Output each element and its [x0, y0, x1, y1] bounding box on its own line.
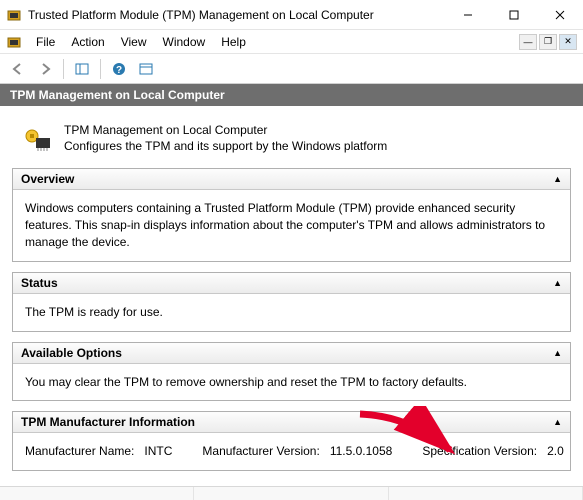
- manufacturer-name-label: Manufacturer Name:: [25, 444, 134, 458]
- options-panel-body: You may clear the TPM to remove ownershi…: [13, 364, 570, 401]
- mdi-minimize-button[interactable]: —: [519, 34, 537, 50]
- show-hide-tree-button[interactable]: [70, 57, 94, 81]
- options-panel-title: Available Options: [21, 346, 553, 360]
- menu-bar: File Action View Window Help — ❐ ✕: [0, 30, 583, 54]
- content-area: TPM Management on Local Computer Configu…: [0, 106, 583, 491]
- manufacturer-panel-header[interactable]: TPM Manufacturer Information ▲: [13, 412, 570, 433]
- toolbar: ?: [0, 54, 583, 84]
- menu-window[interactable]: Window: [155, 33, 214, 51]
- forward-button[interactable]: [33, 57, 57, 81]
- tpm-chip-icon: [22, 122, 54, 154]
- manufacturer-panel-title: TPM Manufacturer Information: [21, 415, 553, 429]
- menu-view[interactable]: View: [113, 33, 155, 51]
- menu-action[interactable]: Action: [63, 33, 112, 51]
- specification-version-value: 2.0: [547, 444, 564, 458]
- content-header-title: TPM Management on Local Computer: [10, 88, 225, 102]
- status-panel-header[interactable]: Status ▲: [13, 273, 570, 294]
- menu-file[interactable]: File: [28, 33, 63, 51]
- specification-version-label: Specification Version:: [422, 444, 537, 458]
- menu-help[interactable]: Help: [213, 33, 254, 51]
- manufacturer-version-label: Manufacturer Version:: [202, 444, 319, 458]
- collapse-icon: ▲: [553, 278, 562, 288]
- overview-panel-header[interactable]: Overview ▲: [13, 169, 570, 190]
- intro-title: TPM Management on Local Computer: [64, 122, 387, 138]
- options-panel: Available Options ▲ You may clear the TP…: [12, 342, 571, 402]
- collapse-icon: ▲: [553, 174, 562, 184]
- svg-text:?: ?: [116, 65, 122, 76]
- mdi-close-button[interactable]: ✕: [559, 34, 577, 50]
- app-icon: [6, 7, 22, 23]
- intro-subtitle: Configures the TPM and its support by th…: [64, 138, 387, 154]
- intro-block: TPM Management on Local Computer Configu…: [12, 116, 571, 168]
- help-button[interactable]: ?: [107, 57, 131, 81]
- content-header: TPM Management on Local Computer: [0, 84, 583, 106]
- overview-panel: Overview ▲ Windows computers containing …: [12, 168, 571, 261]
- collapse-icon: ▲: [553, 417, 562, 427]
- manufacturer-version-value: 11.5.0.1058: [330, 444, 393, 458]
- maximize-button[interactable]: [491, 0, 537, 30]
- status-panel-title: Status: [21, 276, 553, 290]
- minimize-button[interactable]: [445, 0, 491, 30]
- properties-button[interactable]: [134, 57, 158, 81]
- status-panel-body: The TPM is ready for use.: [13, 294, 570, 331]
- back-button[interactable]: [6, 57, 30, 81]
- close-button[interactable]: [537, 0, 583, 30]
- mdi-restore-button[interactable]: ❐: [539, 34, 557, 50]
- options-panel-header[interactable]: Available Options ▲: [13, 343, 570, 364]
- overview-panel-title: Overview: [21, 172, 553, 186]
- title-bar: Trusted Platform Module (TPM) Management…: [0, 0, 583, 30]
- overview-panel-body: Windows computers containing a Trusted P…: [13, 190, 570, 260]
- collapse-icon: ▲: [553, 348, 562, 358]
- window-title: Trusted Platform Module (TPM) Management…: [28, 8, 445, 22]
- manufacturer-panel: TPM Manufacturer Information ▲ Manufactu…: [12, 411, 571, 471]
- manufacturer-name-value: INTC: [144, 444, 172, 458]
- mmc-icon: [6, 34, 22, 50]
- status-panel: Status ▲ The TPM is ready for use.: [12, 272, 571, 332]
- status-bar: [0, 486, 583, 500]
